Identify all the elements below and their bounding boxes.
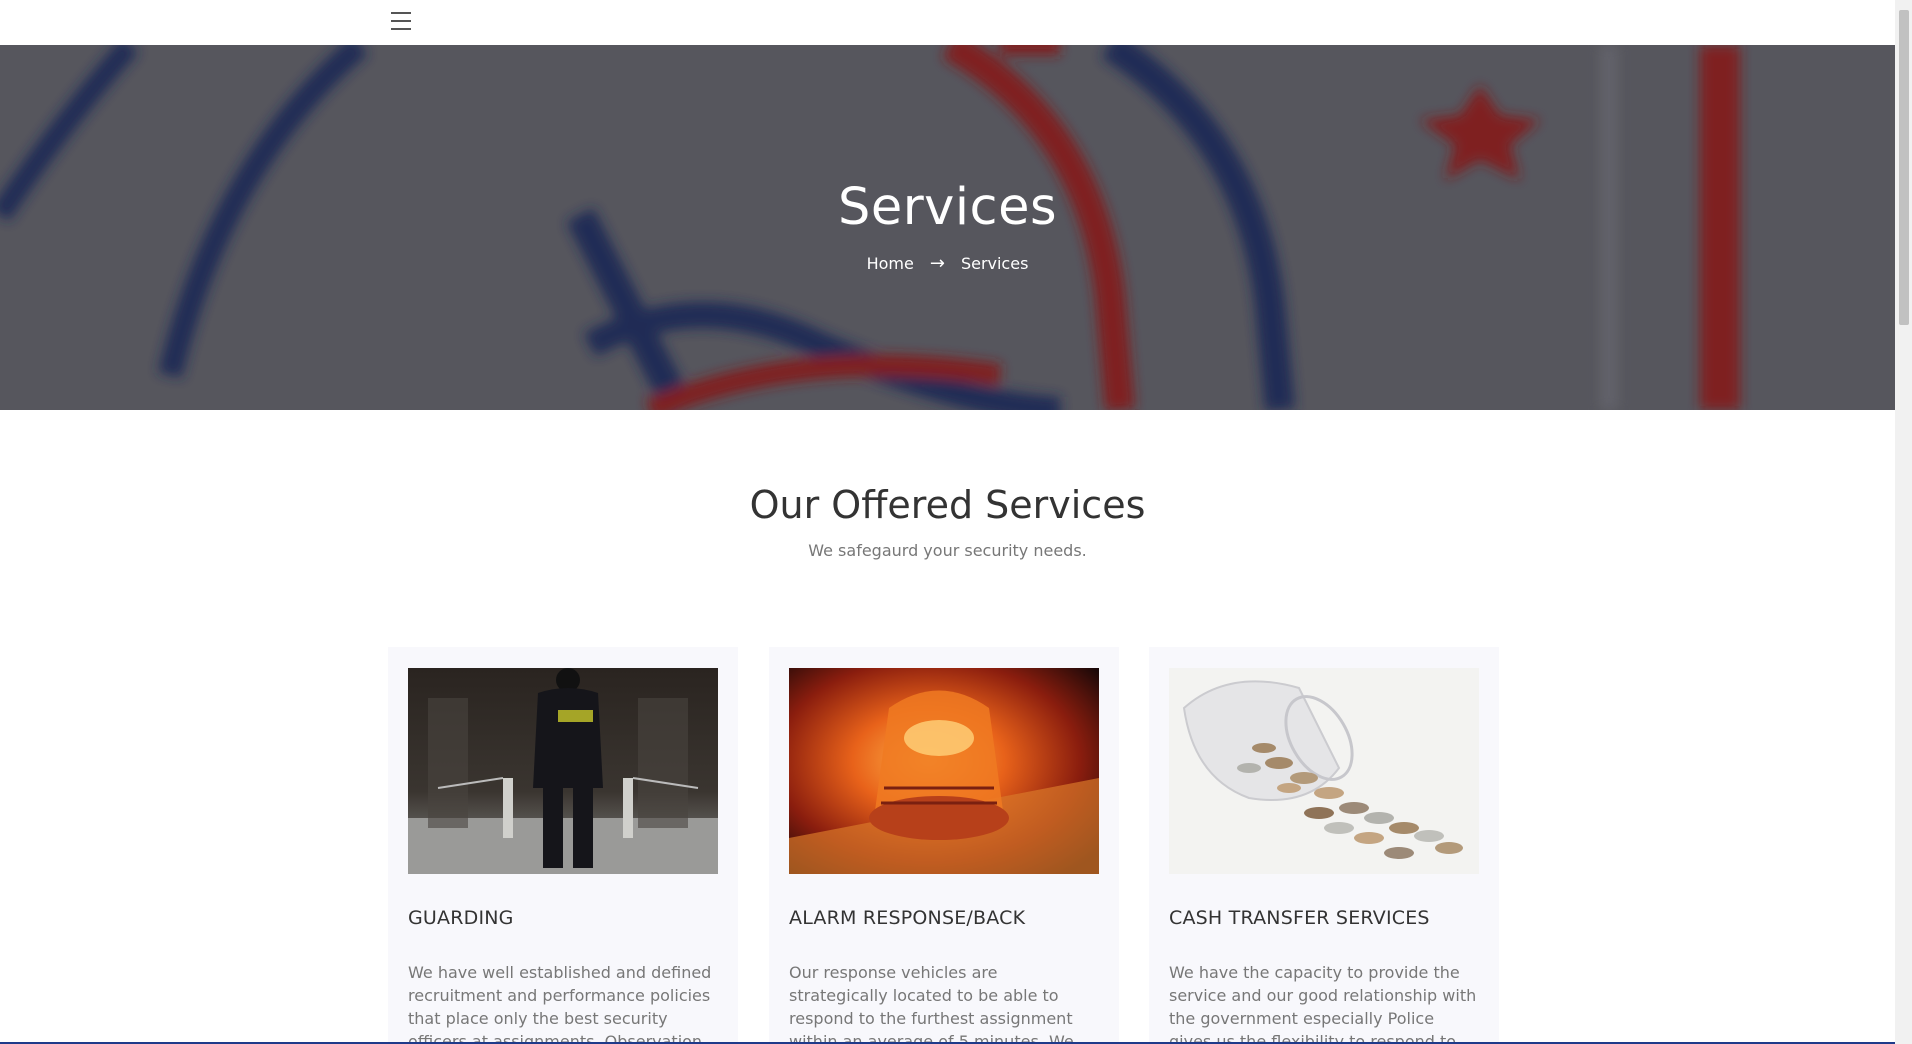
section-subtitle: We safegaurd your security needs.	[808, 541, 1087, 560]
vertical-scrollbar[interactable]	[1895, 0, 1912, 1044]
service-card-alarm-response[interactable]: ALARM RESPONSE/BACK Our response vehicle…	[769, 647, 1119, 1044]
service-card-text: Our response vehicles are strategically …	[789, 963, 1074, 1044]
alarm-beacon-photo	[789, 668, 1099, 874]
breadcrumb: Home → Services	[0, 253, 1895, 274]
top-navbar	[0, 0, 1895, 45]
service-card-cash-transfer[interactable]: CASH TRANSFER SERVICES We have the capac…	[1149, 647, 1499, 1044]
scrollbar-thumb[interactable]	[1899, 10, 1909, 325]
service-card-guarding[interactable]: GUARDING We have well established and de…	[388, 647, 738, 1044]
service-card-text: We have well established and defined rec…	[408, 963, 712, 1044]
service-card-title: GUARDING	[408, 907, 514, 929]
hamburger-menu-icon[interactable]	[388, 7, 414, 35]
coins-jar-photo	[1169, 668, 1479, 874]
service-card-text: We have the capacity to provide the serv…	[1169, 963, 1477, 1044]
service-card-title: ALARM RESPONSE/BACK	[789, 907, 1026, 929]
breadcrumb-current: Services	[960, 254, 1029, 273]
service-card-title: CASH TRANSFER SERVICES	[1169, 907, 1430, 929]
page-title: Services	[837, 178, 1058, 237]
section-title: Our Offered Services	[749, 483, 1146, 527]
breadcrumb-home-link[interactable]: Home	[867, 254, 914, 273]
arrow-right-icon: →	[929, 253, 945, 274]
hero-banner: Services Home → Services	[0, 45, 1895, 410]
security-guard-photo	[408, 668, 718, 874]
